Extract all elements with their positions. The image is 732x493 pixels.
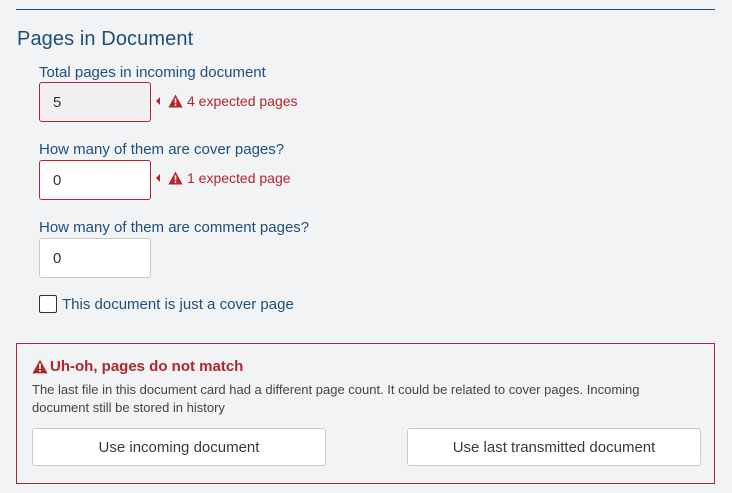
cover-page-only-label: This document is just a cover page xyxy=(62,295,294,313)
section-title: Pages in Document xyxy=(17,28,194,50)
cover-pages-label: How many of them are cover pages? xyxy=(39,141,285,158)
total-pages-validation: 4 expected pages xyxy=(156,91,298,111)
page-mismatch-alert: Uh-oh, pages do not match The last file … xyxy=(16,343,715,484)
cover-pages-validation: 1 expected page xyxy=(156,168,291,188)
warning-icon xyxy=(168,94,183,108)
alert-message: The last file in this document card had … xyxy=(32,382,640,415)
total-pages-input[interactable] xyxy=(39,82,151,122)
cover-page-only-option[interactable]: This document is just a cover page xyxy=(39,294,294,314)
alert-title: Uh-oh, pages do not match xyxy=(32,356,243,376)
top-divider xyxy=(16,9,715,10)
alert-title-text: Uh-oh, pages do not match xyxy=(50,357,244,375)
cover-pages-input[interactable] xyxy=(39,160,151,200)
total-pages-validation-text: 4 expected pages xyxy=(187,93,298,109)
cover-pages-validation-text: 1 expected page xyxy=(187,170,291,186)
caret-left-icon xyxy=(156,174,160,182)
warning-icon xyxy=(168,171,183,185)
use-last-transmitted-document-button[interactable]: Use last transmitted document xyxy=(407,428,701,466)
caret-left-icon xyxy=(156,97,160,105)
comment-pages-label: How many of them are comment pages? xyxy=(39,219,310,236)
total-pages-label: Total pages in incoming document xyxy=(39,64,266,81)
warning-icon xyxy=(32,359,48,373)
use-incoming-document-button[interactable]: Use incoming document xyxy=(32,428,326,466)
cover-page-only-checkbox[interactable] xyxy=(39,295,57,313)
comment-pages-input[interactable] xyxy=(39,238,151,278)
